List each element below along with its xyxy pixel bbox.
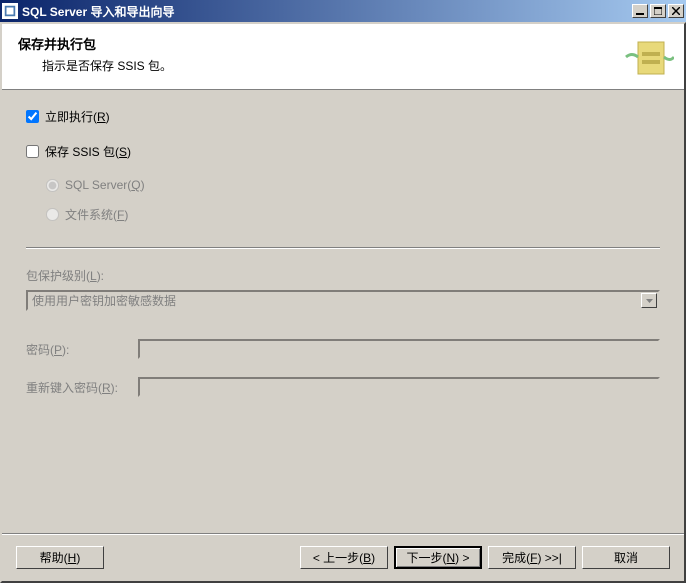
retype-password-row: 重新键入密码(R): [26, 377, 660, 397]
save-ssis-label[interactable]: 保存 SSIS 包(S) [45, 143, 131, 160]
run-now-label[interactable]: 立即执行(R) [45, 108, 110, 125]
file-system-radio [46, 208, 59, 221]
finish-button[interactable]: 完成(F) >>| [488, 546, 576, 569]
app-icon [2, 3, 18, 19]
window-body: 保存并执行包 指示是否保存 SSIS 包。 立即执行(R) 保存 SSIS 包(… [0, 22, 686, 583]
file-system-label: 文件系统(F) [65, 206, 128, 223]
close-button[interactable] [668, 4, 684, 18]
minimize-button[interactable] [632, 4, 648, 18]
divider [26, 247, 660, 249]
titlebar: SQL Server 导入和导出向导 [0, 0, 686, 22]
protection-select-wrap: 使用用户密钥加密敏感数据 [26, 290, 660, 311]
save-ssis-checkbox[interactable] [26, 145, 39, 158]
sql-server-row: SQL Server(Q) [46, 178, 660, 192]
footer-left: 帮助(H) [16, 546, 104, 569]
run-now-row: 立即执行(R) [26, 108, 660, 125]
wizard-header: 保存并执行包 指示是否保存 SSIS 包。 [2, 24, 684, 90]
retype-password-label: 重新键入密码(R): [26, 379, 138, 396]
protection-level-label: 包保护级别(L): [26, 267, 660, 284]
sql-server-label: SQL Server(Q) [65, 178, 145, 192]
wizard-footer: 帮助(H) < 上一步(B) 下一步(N) > 完成(F) >>| 取消 [2, 533, 684, 581]
file-system-row: 文件系统(F) [46, 206, 660, 223]
save-ssis-row: 保存 SSIS 包(S) [26, 143, 660, 160]
run-now-checkbox[interactable] [26, 110, 39, 123]
maximize-button[interactable] [650, 4, 666, 18]
window-controls [632, 4, 684, 18]
password-label: 密码(P): [26, 341, 138, 358]
next-button[interactable]: 下一步(N) > [394, 546, 482, 569]
sql-server-radio [46, 179, 59, 192]
help-button[interactable]: 帮助(H) [16, 546, 104, 569]
wizard-icon [624, 32, 674, 82]
page-subtitle: 指示是否保存 SSIS 包。 [18, 57, 668, 74]
cancel-button[interactable]: 取消 [582, 546, 670, 569]
retype-password-input [138, 377, 660, 397]
header-text: 保存并执行包 指示是否保存 SSIS 包。 [18, 34, 668, 74]
protection-level-value: 使用用户密钥加密敏感数据 [32, 292, 176, 309]
save-target-group: SQL Server(Q) 文件系统(F) [26, 178, 660, 223]
back-button[interactable]: < 上一步(B) [300, 546, 388, 569]
password-input [138, 339, 660, 359]
footer-right: < 上一步(B) 下一步(N) > 完成(F) >>| 取消 [300, 546, 670, 569]
window-title: SQL Server 导入和导出向导 [22, 3, 632, 20]
content-area: 立即执行(R) 保存 SSIS 包(S) SQL Server(Q) 文件系统(… [2, 90, 684, 533]
protection-level-select: 使用用户密钥加密敏感数据 [26, 290, 660, 311]
password-row: 密码(P): [26, 339, 660, 359]
dropdown-arrow-icon [641, 293, 657, 308]
page-title: 保存并执行包 [18, 34, 668, 53]
